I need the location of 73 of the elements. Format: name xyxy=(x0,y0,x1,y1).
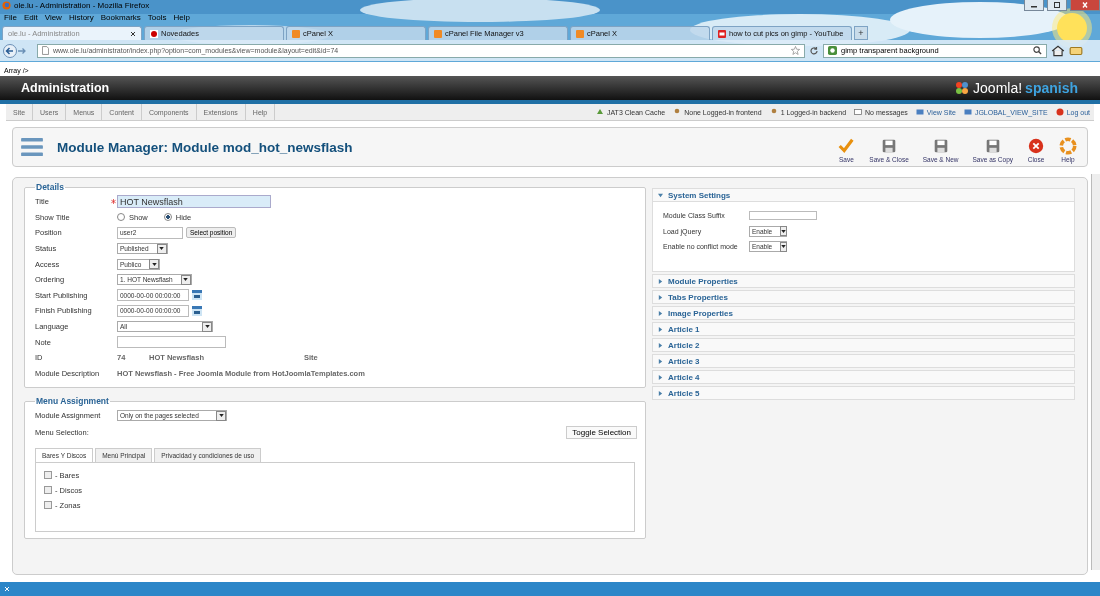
panel-header[interactable]: Article 3 xyxy=(653,355,1074,367)
logo-tag: spanish xyxy=(1025,80,1078,96)
panel-header[interactable]: Article 1 xyxy=(653,323,1074,335)
menu-item[interactable]: History xyxy=(68,12,94,22)
menu-item[interactable]: View xyxy=(44,12,62,22)
page-title: Module Manager: Module mod_hot_newsflash xyxy=(57,139,353,155)
triangle-icon xyxy=(658,326,663,332)
status-icon xyxy=(595,108,604,116)
star-icon[interactable] xyxy=(791,46,800,55)
text-field[interactable] xyxy=(749,211,817,221)
menu-item[interactable]: File xyxy=(4,12,17,22)
triangle-icon xyxy=(658,358,663,364)
scrollbar[interactable] xyxy=(1091,174,1100,570)
admin-title: Administration xyxy=(21,81,110,95)
toggle-selection-button[interactable]: Toggle Selection xyxy=(566,426,637,440)
status-icon xyxy=(769,108,778,116)
triangle-icon xyxy=(658,342,663,348)
video-icon xyxy=(718,29,726,38)
status-icon xyxy=(1055,108,1064,116)
menu-item[interactable]: Tools xyxy=(147,12,167,22)
triangle-icon xyxy=(658,310,663,316)
title-field[interactable]: HOT Newsflash xyxy=(117,195,271,209)
square-icon xyxy=(434,29,442,38)
help-icon xyxy=(1059,137,1077,155)
minimize-icon[interactable] xyxy=(1024,0,1044,11)
logo-text: Joomla! xyxy=(973,80,1023,96)
panel-header[interactable]: Tabs Properties xyxy=(653,291,1074,303)
section-legend: Menu Assignment xyxy=(35,396,110,407)
checkmark-icon xyxy=(837,137,856,155)
status-icon xyxy=(915,108,924,116)
close-icon xyxy=(1027,137,1045,155)
panel-header[interactable]: Article 2 xyxy=(653,339,1074,351)
triangle-icon xyxy=(658,374,663,380)
reload-icon[interactable] xyxy=(809,45,819,56)
new-tab-button[interactable]: + xyxy=(854,26,868,40)
panel-header[interactable]: Module Properties xyxy=(653,275,1074,287)
section-legend: Details xyxy=(35,182,65,192)
triangle-icon xyxy=(658,294,663,300)
square-icon xyxy=(576,29,584,38)
search-icon[interactable] xyxy=(1033,46,1042,55)
menu-item[interactable]: Bookmarks xyxy=(100,12,141,22)
status-icon xyxy=(854,108,863,116)
radio-button[interactable] xyxy=(163,213,172,222)
triangle-icon xyxy=(658,278,663,284)
firefox-icon xyxy=(2,1,11,10)
checkbox[interactable] xyxy=(44,486,52,495)
menu-item[interactable]: Edit xyxy=(23,12,38,22)
maximize-icon[interactable] xyxy=(1047,0,1067,11)
radio-button[interactable] xyxy=(117,213,125,222)
window-title: ole.lu - Administration - Mozilla Firefox xyxy=(14,1,150,10)
note-field[interactable] xyxy=(117,336,226,349)
search-engine-icon[interactable] xyxy=(828,46,837,55)
status-icon xyxy=(963,108,972,116)
panel-header[interactable]: System Settings xyxy=(653,189,1074,201)
panel-header[interactable]: Article 5 xyxy=(653,387,1074,399)
triangle-icon xyxy=(658,192,663,198)
circle-icon xyxy=(150,29,158,38)
close-icon[interactable] xyxy=(130,30,136,37)
panel-header[interactable]: Image Properties xyxy=(653,307,1074,319)
menu-item[interactable]: Help xyxy=(173,12,190,22)
calendar-icon[interactable] xyxy=(192,290,202,301)
square-icon xyxy=(292,29,300,38)
calendar-icon[interactable] xyxy=(192,305,202,316)
checkbox[interactable] xyxy=(44,471,52,480)
panel-header[interactable]: Article 4 xyxy=(653,371,1074,383)
triangle-icon xyxy=(658,390,663,396)
page-icon xyxy=(42,46,49,55)
logo-icon xyxy=(954,80,971,96)
checkbox[interactable] xyxy=(44,501,52,510)
home-icon[interactable] xyxy=(1051,44,1065,57)
list-icon xyxy=(21,137,43,157)
status-icon xyxy=(673,108,682,116)
required-star-icon xyxy=(111,198,117,205)
